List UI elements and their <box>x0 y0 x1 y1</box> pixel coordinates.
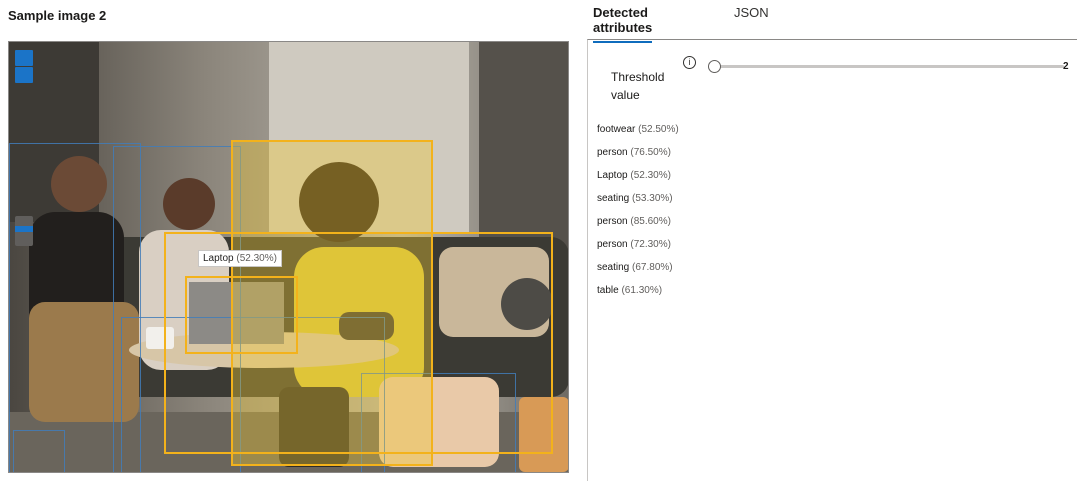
tab-json[interactable]: JSON <box>734 5 769 26</box>
list-item[interactable]: person (85.60%) <box>597 216 679 239</box>
list-item[interactable]: person (72.30%) <box>597 239 679 262</box>
attribute-name: footwear <box>597 124 636 135</box>
list-item[interactable]: person (76.50%) <box>597 147 679 170</box>
attribute-confidence: (72.30%) <box>630 239 671 250</box>
list-item[interactable]: table (61.30%) <box>597 285 679 308</box>
info-icon[interactable]: i <box>683 56 696 69</box>
pan-handle-indicator <box>15 226 33 232</box>
list-item[interactable]: footwear (52.50%) <box>597 124 679 147</box>
attribute-name: seating <box>597 193 630 204</box>
attribute-confidence: (67.80%) <box>632 262 673 273</box>
threshold-value: 2 <box>1063 61 1069 72</box>
image-viewer[interactable]: Laptop (52.30%) <box>8 41 569 473</box>
attribute-name: seating <box>597 262 630 273</box>
zoom-in-button[interactable] <box>15 50 33 66</box>
attributes-pane: Threshold value i 2 footwear (52.50%) pe… <box>587 39 1077 481</box>
tooltip-label: Laptop <box>203 253 234 264</box>
attribute-confidence: (85.60%) <box>630 216 671 227</box>
list-item[interactable]: Laptop (52.30%) <box>597 170 679 193</box>
list-item[interactable]: seating (67.80%) <box>597 262 679 285</box>
attribute-name: person <box>597 147 628 158</box>
zoom-out-button[interactable] <box>15 67 33 83</box>
attribute-name: person <box>597 239 628 250</box>
attribute-name: Laptop <box>597 170 628 181</box>
attribute-confidence: (52.30%) <box>630 170 671 181</box>
detection-box-footwear[interactable] <box>13 430 65 472</box>
zoom-controls <box>15 50 33 84</box>
threshold-label: Threshold value <box>611 70 665 102</box>
attribute-confidence: (53.30%) <box>632 193 673 204</box>
list-item[interactable]: seating (53.30%) <box>597 193 679 216</box>
attribute-name: table <box>597 285 619 296</box>
attribute-confidence: (61.30%) <box>621 285 663 296</box>
slider-thumb[interactable] <box>708 60 721 73</box>
attribute-name: person <box>597 216 628 227</box>
slider-track <box>708 65 1064 68</box>
attribute-confidence: (76.50%) <box>630 147 671 158</box>
pan-handle[interactable] <box>15 216 33 246</box>
page-title: Sample image 2 <box>8 8 107 23</box>
tab-detected-attributes[interactable]: Detected attributes <box>593 5 652 43</box>
detection-box-laptop[interactable] <box>185 276 298 354</box>
detection-tooltip: Laptop (52.30%) <box>198 250 282 267</box>
tooltip-confidence: (52.30%) <box>236 253 277 264</box>
threshold-slider[interactable] <box>708 60 1064 74</box>
attribute-list: footwear (52.50%) person (76.50%) Laptop… <box>597 124 679 308</box>
attribute-confidence: (52.50%) <box>638 124 679 135</box>
